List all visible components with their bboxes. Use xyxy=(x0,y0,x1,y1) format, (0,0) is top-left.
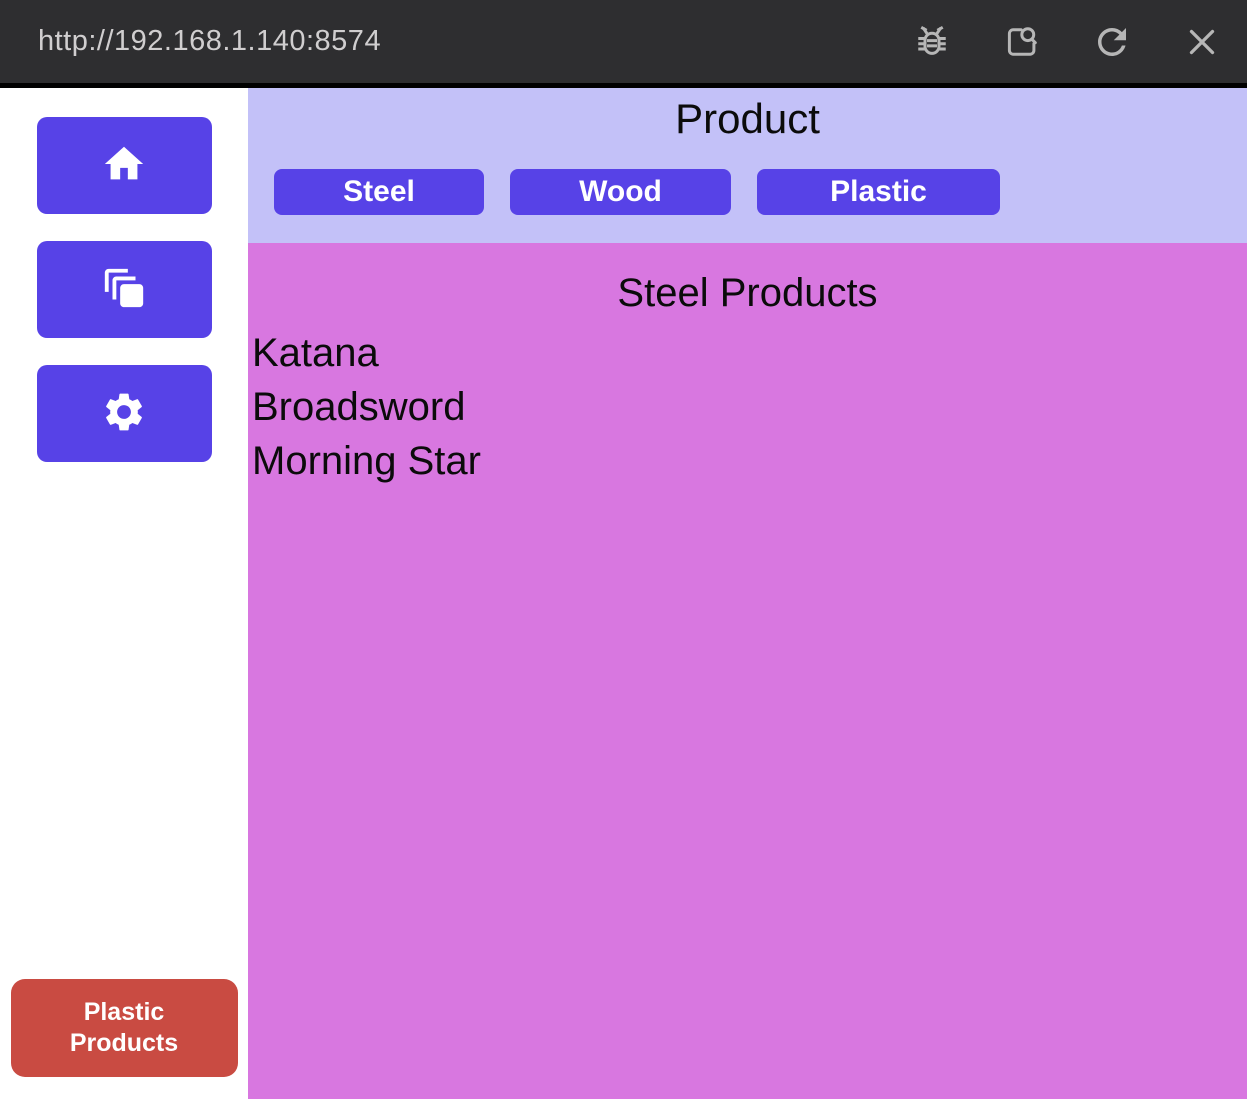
page-title: Product xyxy=(248,88,1247,143)
sidebar-home-button[interactable] xyxy=(37,117,212,214)
content-panel: Steel Products Katana Broadsword Morning… xyxy=(248,243,1247,1099)
list-item: Broadsword xyxy=(252,380,1247,434)
content-title: Steel Products xyxy=(248,271,1247,316)
plastic-products-button[interactable]: Plastic Products xyxy=(11,979,238,1077)
product-list: Katana Broadsword Morning Star xyxy=(248,326,1247,488)
titlebar-icons xyxy=(911,19,1247,65)
sidebar-settings-button[interactable] xyxy=(37,365,212,462)
url-text[interactable]: http://192.168.1.140:8574 xyxy=(38,25,381,58)
list-item: Morning Star xyxy=(252,434,1247,488)
settings-icon xyxy=(101,389,147,438)
category-tab-row: Steel Wood Plastic xyxy=(248,169,1247,215)
main-panel: Product Steel Wood Plastic Steel Product… xyxy=(248,88,1247,1099)
layers-icon xyxy=(101,265,147,314)
close-icon[interactable] xyxy=(1181,19,1223,65)
product-header: Product Steel Wood Plastic xyxy=(248,88,1247,243)
tab-plastic[interactable]: Plastic xyxy=(757,169,1000,215)
app-body: Plastic Products Product Steel Wood Plas… xyxy=(0,88,1247,1099)
page-search-icon[interactable] xyxy=(1001,19,1043,65)
home-icon xyxy=(101,141,147,190)
tab-steel[interactable]: Steel xyxy=(274,169,484,215)
bug-icon[interactable] xyxy=(911,19,953,65)
refresh-icon[interactable] xyxy=(1091,19,1133,65)
plastic-products-button-label: Plastic Products xyxy=(62,997,187,1059)
list-item: Katana xyxy=(252,326,1247,380)
titlebar: http://192.168.1.140:8574 xyxy=(0,0,1247,83)
sidebar-layers-button[interactable] xyxy=(37,241,212,338)
sidebar: Plastic Products xyxy=(0,88,248,1099)
tab-wood[interactable]: Wood xyxy=(510,169,731,215)
